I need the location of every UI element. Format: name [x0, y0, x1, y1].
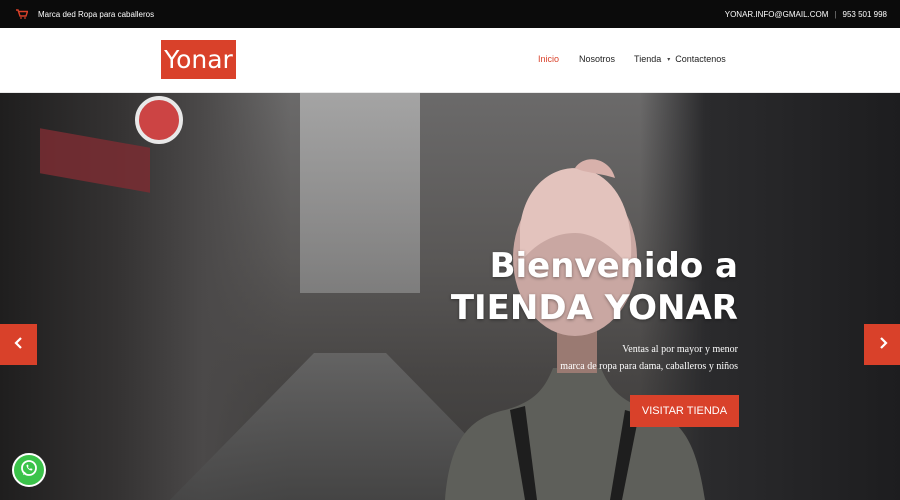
menu-item-tienda[interactable]: Tienda ▾ — [634, 54, 670, 64]
hero-subtitle-line2: marca de ropa para dama, caballeros y ni… — [560, 361, 738, 372]
menu-item-tienda-label: Tienda — [634, 54, 662, 64]
logo[interactable]: Yonar — [161, 40, 236, 79]
hero-title-line2: TIENDA YONAR — [450, 288, 738, 328]
whatsapp-button[interactable] — [12, 453, 46, 487]
cart-icon — [16, 9, 29, 19]
hero-title: Bienvenido a TIENDA YONAR — [451, 245, 738, 329]
chevron-right-icon — [878, 336, 888, 354]
menu-item-contactenos[interactable]: Contactenos — [675, 54, 726, 64]
separator: | — [834, 9, 837, 19]
hero-background-sign — [135, 96, 183, 144]
menu-item-nosotros[interactable]: Nosotros — [579, 54, 615, 64]
hero-title-line1: Bienvenido a — [489, 246, 738, 286]
top-bar: Marca ded Ropa para caballeros YONAR.INF… — [0, 0, 900, 28]
navbar: Yonar Inicio Nosotros Tienda ▾ Contacten… — [0, 28, 900, 93]
slider-prev-button[interactable] — [0, 324, 37, 365]
chevron-left-icon — [13, 336, 24, 354]
contact-phone[interactable]: 953 501 998 — [843, 10, 888, 19]
whatsapp-icon — [19, 458, 39, 483]
contact-email[interactable]: YONAR.INFO@GMAIL.COM — [725, 10, 829, 19]
tagline: Marca ded Ropa para caballeros — [38, 9, 155, 19]
hero-subtitle-line1: Ventas al por mayor y menor — [622, 344, 738, 355]
visit-store-button[interactable]: VISITAR TIENDA — [630, 395, 739, 427]
hero-subtitle: Ventas al por mayor y menor marca de rop… — [560, 341, 738, 375]
menu-item-inicio[interactable]: Inicio — [538, 54, 559, 64]
main-menu: Inicio Nosotros Tienda ▾ Contactenos — [538, 54, 726, 64]
slider-next-button[interactable] — [864, 324, 900, 365]
hero-slider: Bienvenido a TIENDA YONAR Ventas al por … — [0, 93, 900, 500]
hero-background-sky — [300, 93, 420, 293]
chevron-down-icon: ▾ — [667, 56, 671, 63]
